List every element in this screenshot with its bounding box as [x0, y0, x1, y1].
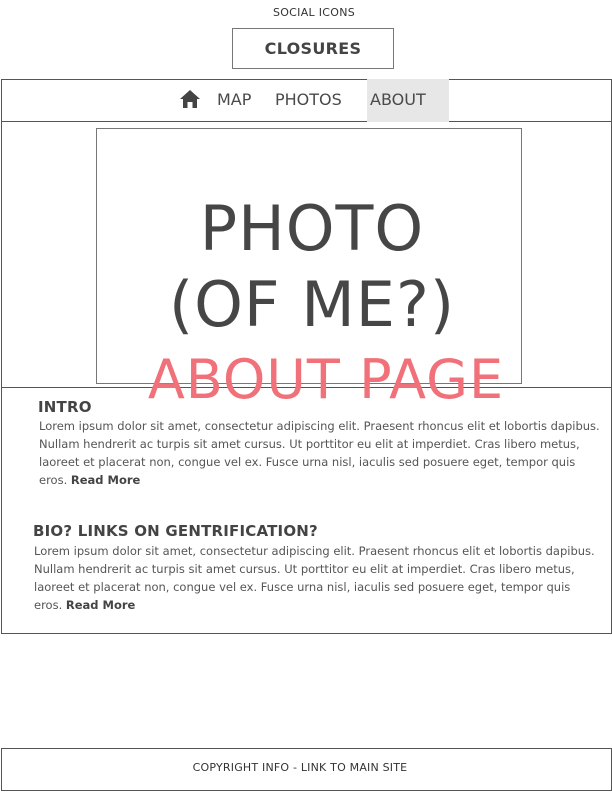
social-icons-placeholder[interactable]: SOCIAL ICONS: [0, 6, 612, 19]
bio-read-more-link[interactable]: Read More: [66, 598, 135, 612]
photo-placeholder-label: PHOTO (OF ME?): [96, 191, 528, 343]
page-annotation-title: ABOUT PAGE: [147, 348, 505, 411]
photo-label-line1: PHOTO: [199, 192, 425, 265]
intro-read-more-link[interactable]: Read More: [71, 473, 140, 487]
nav-item-about[interactable]: ABOUT: [370, 90, 426, 110]
bio-text: Lorem ipsum dolor sit amet, consectetur …: [34, 542, 596, 614]
site-logo[interactable]: CLOSURES: [232, 28, 394, 69]
footer-copyright-link[interactable]: COPYRIGHT INFO - LINK TO MAIN SITE: [0, 761, 600, 774]
nav-item-map[interactable]: MAP: [217, 90, 251, 110]
intro-heading: INTRO: [38, 398, 92, 416]
nav-item-photos[interactable]: PHOTOS: [275, 90, 342, 110]
home-icon[interactable]: [179, 89, 201, 109]
bio-heading: BIO? LINKS ON GENTRIFICATION?: [33, 522, 318, 540]
site-logo-label: CLOSURES: [264, 39, 362, 58]
intro-text: Lorem ipsum dolor sit amet, consectetur …: [39, 417, 601, 489]
photo-label-line2: (OF ME?): [168, 268, 456, 341]
